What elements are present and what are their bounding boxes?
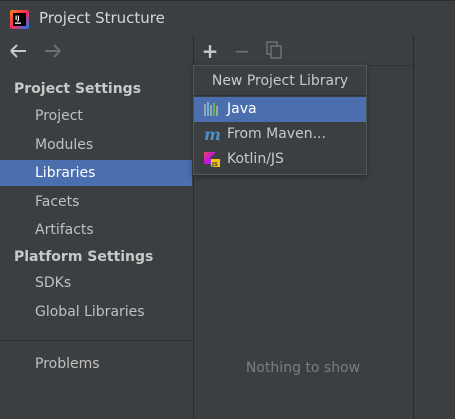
project-structure-window: IJ Project Structure Project Settings Pr…: [0, 0, 455, 419]
sidebar-item-modules[interactable]: Modules: [0, 132, 192, 158]
libraries-toolbar: + −: [194, 36, 414, 66]
sidebar-item-sdks[interactable]: SDKs: [0, 270, 192, 296]
svg-text:JS: JS: [211, 162, 218, 168]
window-title: Project Structure: [39, 9, 165, 27]
platform-settings-header: Platform Settings: [14, 249, 154, 265]
svg-text:m: m: [204, 126, 221, 143]
sidebar-item-project[interactable]: Project: [0, 103, 192, 129]
kotlin-js-icon: JS: [204, 152, 220, 168]
sidebar-item-libraries[interactable]: Libraries: [0, 160, 192, 186]
popup-item-kotlin-js[interactable]: JS Kotlin/JS: [194, 147, 366, 172]
nav-buttons: [0, 36, 192, 70]
popup-item-label: Kotlin/JS: [227, 151, 284, 167]
sidebar-item-global-libraries[interactable]: Global Libraries: [0, 299, 192, 325]
sidebar-divider: [0, 340, 192, 341]
svg-text:IJ: IJ: [15, 15, 19, 22]
sidebar-item-problems[interactable]: Problems: [0, 351, 192, 377]
sidebar-item-artifacts[interactable]: Artifacts: [0, 217, 192, 243]
popup-item-label: From Maven...: [227, 126, 326, 142]
java-library-icon: [204, 102, 218, 116]
new-project-library-popup: New Project Library Java m From Maven...: [193, 65, 367, 175]
remove-library-button[interactable]: −: [232, 41, 252, 61]
sidebar-item-facets[interactable]: Facets: [0, 189, 192, 215]
arrow-right-icon[interactable]: [44, 44, 61, 62]
copy-icon[interactable]: [264, 41, 284, 61]
popup-item-from-maven[interactable]: m From Maven...: [194, 122, 366, 147]
popup-item-label: Java: [227, 101, 257, 117]
add-library-button[interactable]: +: [200, 41, 220, 61]
popup-item-java[interactable]: Java: [194, 97, 366, 122]
title-bar: IJ Project Structure: [0, 0, 455, 36]
intellij-idea-icon: IJ: [10, 10, 29, 29]
maven-icon: m: [204, 126, 221, 143]
details-panel: [413, 36, 455, 419]
arrow-left-icon[interactable]: [10, 44, 27, 62]
sidebar: Project Settings Project Modules Librari…: [0, 36, 192, 419]
popup-title: New Project Library: [194, 66, 366, 96]
project-settings-header: Project Settings: [14, 81, 142, 97]
empty-state-text: Nothing to show: [245, 360, 361, 376]
